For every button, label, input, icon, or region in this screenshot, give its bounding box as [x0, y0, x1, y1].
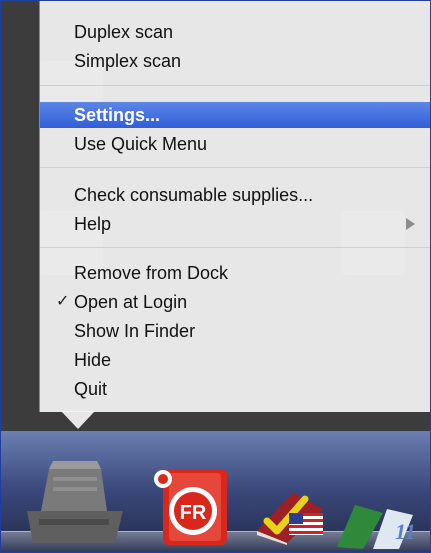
- menu-item-quit[interactable]: Quit: [40, 376, 430, 402]
- screen: Duplex scan Simplex scan Settings... Use…: [0, 0, 431, 553]
- menu-separator: [40, 247, 430, 248]
- menu-item-use-quick-menu[interactable]: Use Quick Menu: [40, 131, 430, 157]
- svg-text:FR: FR: [180, 502, 207, 524]
- menu-item-remove-from-dock[interactable]: Remove from Dock: [40, 260, 430, 286]
- dock-context-menu: Duplex scan Simplex scan Settings... Use…: [39, 1, 430, 412]
- us-flag-icon[interactable]: [289, 513, 323, 535]
- menu-item-check-consumable-supplies[interactable]: Check consumable supplies...: [40, 182, 430, 208]
- menu-item-label: Check consumable supplies...: [74, 185, 314, 205]
- menu-item-label: Duplex scan: [74, 22, 174, 42]
- menu-item-hide[interactable]: Hide: [40, 347, 430, 373]
- menu-item-label: Settings...: [74, 105, 161, 125]
- menu-item-show-in-finder[interactable]: Show In Finder: [40, 318, 430, 344]
- svg-text:11: 11: [395, 519, 416, 544]
- menu-item-help[interactable]: Help: [40, 211, 430, 237]
- menu-item-label: Show In Finder: [74, 321, 196, 341]
- menu-item-label: Simplex scan: [74, 51, 182, 71]
- menu-item-label: Help: [74, 214, 112, 234]
- checkmark-icon: ✓: [56, 293, 70, 310]
- menu-item-duplex-scan[interactable]: Duplex scan: [40, 19, 430, 45]
- menu-item-label: Remove from Dock: [74, 263, 229, 283]
- menu-separator: [40, 167, 430, 168]
- menu-item-label: Use Quick Menu: [74, 134, 208, 154]
- dock: FR 11: [1, 431, 430, 552]
- menu-item-simplex-scan[interactable]: Simplex scan: [40, 48, 430, 74]
- menu-separator: [40, 85, 430, 86]
- menu-item-label: Hide: [74, 350, 112, 370]
- menu-item-label: Quit: [74, 379, 108, 399]
- menu-item-settings[interactable]: Settings...: [40, 102, 430, 128]
- menu-item-label: Open at Login: [74, 292, 188, 312]
- document-file-icon[interactable]: 11: [333, 495, 430, 549]
- menu-item-open-at-login[interactable]: ✓ Open at Login: [40, 289, 430, 315]
- finereader-icon[interactable]: FR: [149, 469, 235, 547]
- submenu-arrow-icon: [406, 218, 415, 230]
- menu-pointer: [61, 411, 95, 429]
- scanner-icon[interactable]: [19, 459, 129, 545]
